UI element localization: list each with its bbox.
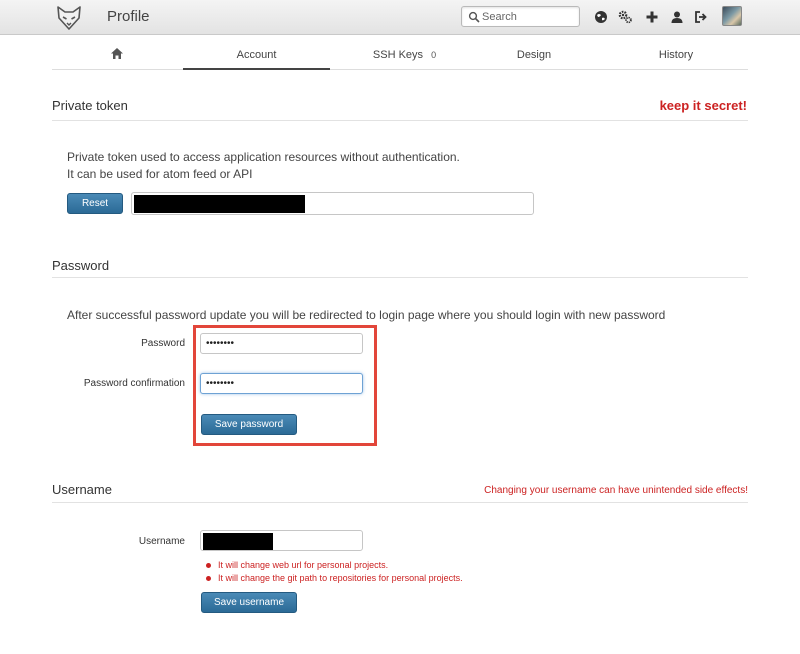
private-token-desc-line1: Private token used to access application…: [67, 150, 460, 164]
username-label: Username: [138, 536, 185, 547]
search-icon: [468, 11, 480, 23]
tab-ssh-keys-label: SSH Keys: [372, 49, 424, 61]
cogs-icon[interactable]: [618, 10, 632, 24]
page-title: Profile: [107, 8, 150, 25]
username-warning: Changing your username can have unintend…: [484, 485, 748, 496]
section-divider: [52, 277, 748, 278]
reset-token-button[interactable]: Reset: [67, 193, 123, 214]
redacted-username: [203, 533, 273, 550]
password-label: Password: [141, 338, 185, 349]
search-input[interactable]: [480, 8, 576, 25]
sign-out-icon[interactable]: [694, 10, 708, 24]
private-token-desc-line2: It can be used for atom feed or API: [67, 167, 253, 181]
tab-ssh-keys[interactable]: SSH Keys 0: [332, 36, 477, 70]
profile-tabs: Account SSH Keys 0 Design History: [52, 36, 748, 70]
username-note: It will change web url for personal proj…: [206, 559, 463, 572]
password-confirmation-label: Password confirmation: [83, 378, 185, 389]
private-token-description: Private token used to access application…: [67, 149, 460, 183]
search-box[interactable]: [461, 6, 580, 27]
section-divider: [52, 120, 748, 121]
password-description: After successful password update you wil…: [67, 308, 666, 322]
username-notes: It will change web url for personal proj…: [206, 559, 463, 585]
home-icon: [111, 48, 123, 60]
tab-design-label: Design: [516, 49, 552, 61]
section-divider: [52, 502, 748, 503]
username-section-title: Username: [52, 482, 112, 497]
top-navbar: Profile: [0, 0, 800, 35]
username-note: It will change the git path to repositor…: [206, 572, 463, 585]
save-username-button[interactable]: Save username: [201, 592, 297, 613]
tab-home[interactable]: [52, 36, 182, 70]
tab-account-label: Account: [236, 49, 277, 61]
password-section-title: Password: [52, 258, 110, 273]
user-icon[interactable]: [670, 10, 684, 24]
tab-account[interactable]: Account: [183, 36, 330, 70]
plus-icon[interactable]: [645, 10, 659, 24]
redacted-token: [134, 195, 305, 213]
tab-history-label: History: [658, 49, 694, 61]
private-token-warning: keep it secret!: [659, 98, 747, 113]
fox-logo-icon[interactable]: [54, 3, 84, 33]
tab-design[interactable]: Design: [482, 36, 586, 70]
highlight-box: [193, 325, 377, 446]
avatar[interactable]: [722, 6, 742, 26]
tab-history[interactable]: History: [632, 36, 720, 70]
private-token-title: Private token: [52, 98, 128, 113]
globe-icon[interactable]: [594, 10, 608, 24]
ssh-keys-count: 0: [431, 50, 437, 60]
